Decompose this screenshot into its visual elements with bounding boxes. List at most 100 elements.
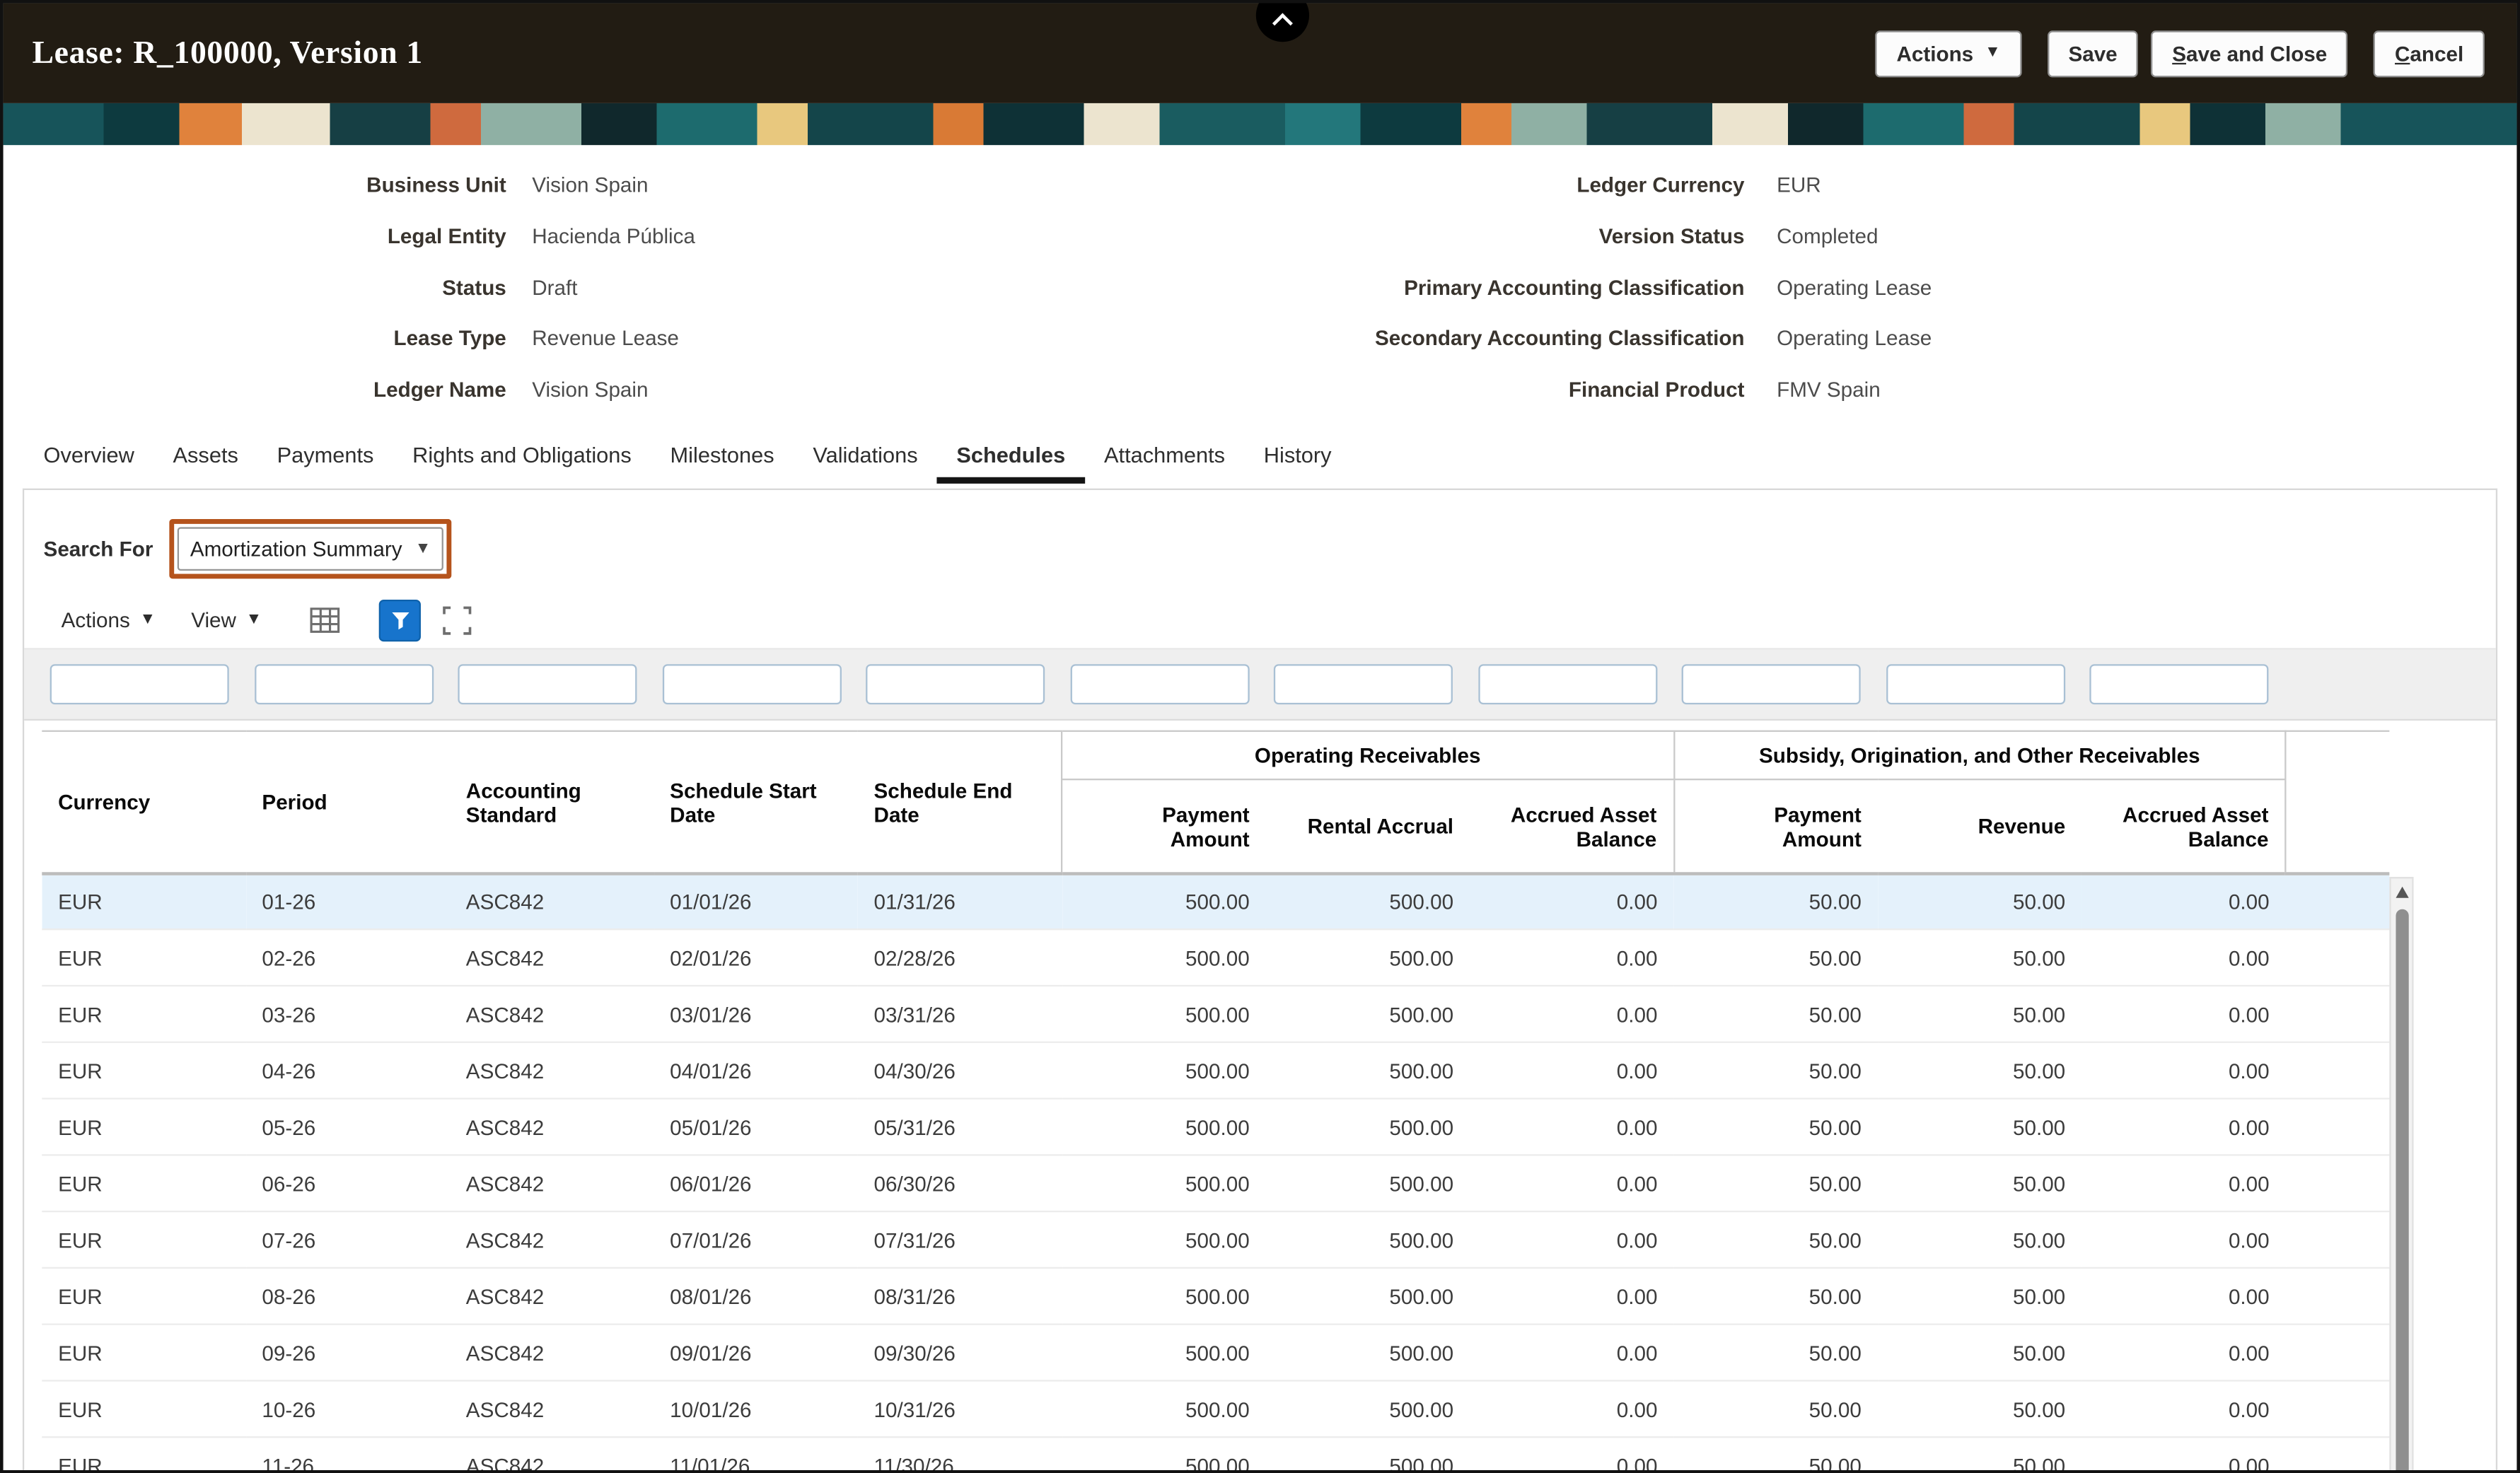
table-row[interactable]: EUR05-26ASC84205/01/2605/31/26500.00500.… [42,1100,2389,1156]
filter-input-col-5[interactable] [866,665,1045,705]
table-view-menu[interactable]: View ▼ [191,608,262,632]
table-actions-label: Actions [62,608,130,632]
save-and-close-button-label: Save and Close [2172,41,2327,65]
table-cell: 0.00 [2081,873,2285,930]
table-cell: 08/01/26 [654,1269,857,1325]
table-cell: 500.00 [1265,1269,1469,1325]
column-header-accrued-asset-balance-subsidy[interactable]: Accrued Asset Balance [2081,780,2285,873]
tab-validations[interactable]: Validations [794,429,937,484]
filter-input-col-11[interactable] [2089,665,2268,705]
collapse-header-control[interactable] [1256,0,1309,42]
column-header-period[interactable]: Period [246,732,450,874]
query-by-example-filter-icon[interactable] [380,600,422,641]
tab-history[interactable]: History [1244,429,1350,484]
table-cell: 09/30/26 [858,1325,1062,1382]
table-cell: 0.00 [1470,1325,1673,1382]
table-cell: EUR [42,1381,245,1438]
table-cell: 0.00 [2081,1155,2285,1212]
column-header-accrued-asset-balance-operating[interactable]: Accrued Asset Balance [1470,780,1673,873]
search-for-selected-value: Amortization Summary [190,537,402,561]
tab-assets[interactable]: Assets [153,429,257,484]
summary-label-ledger-currency: Ledger Currency [1115,173,1744,197]
table-cell: 500.00 [1265,1438,1469,1473]
table-actions-menu[interactable]: Actions ▼ [62,608,156,632]
table-cell: ASC842 [450,1438,654,1473]
table-cell: ASC842 [450,1100,654,1156]
filter-input-col-2[interactable] [254,665,433,705]
save-and-close-button[interactable]: Save and Close [2152,30,2348,76]
export-grid-icon[interactable] [310,605,341,636]
tab-rights-and-obligations[interactable]: Rights and Obligations [393,429,651,484]
detach-icon[interactable] [441,605,475,637]
table-cell: 50.00 [1878,1043,2081,1100]
column-header-schedule-end-date[interactable]: Schedule End Date [858,732,1062,874]
filter-input-col-1[interactable] [50,665,229,705]
table-cell: 10/31/26 [858,1381,1062,1438]
actions-button[interactable]: Actions ▼ [1876,30,2021,76]
filter-input-col-3[interactable] [458,665,637,705]
filter-input-col-9[interactable] [1682,665,1861,705]
table-row[interactable]: EUR09-26ASC84209/01/2609/30/26500.00500.… [42,1325,2389,1382]
chevron-down-icon: ▼ [140,612,156,629]
tab-payments[interactable]: Payments [257,429,393,484]
table-row[interactable]: EUR02-26ASC84202/01/2602/28/26500.00500.… [42,930,2389,986]
table-cell: 500.00 [1062,986,1265,1043]
table-cell: 500.00 [1265,1100,1469,1156]
filter-input-col-8[interactable] [1477,665,1656,705]
table-cell-filler [2285,873,2389,930]
table-cell: 02/28/26 [858,930,1062,986]
filter-input-col-10[interactable] [1886,665,2065,705]
summary-label-legal-entity: Legal Entity [4,224,506,248]
search-for-select[interactable]: Amortization Summary ▼ [178,528,444,571]
column-header-payment-amount-operating[interactable]: Payment Amount [1062,780,1265,873]
table-cell: 0.00 [1470,1381,1673,1438]
vertical-scrollbar[interactable] [2389,878,2413,1473]
column-header-currency[interactable]: Currency [42,732,245,874]
table-cell: 50.00 [1878,1100,2081,1156]
cancel-button[interactable]: Cancel [2374,30,2484,76]
column-header-schedule-start-date[interactable]: Schedule Start Date [654,732,857,874]
tab-overview[interactable]: Overview [24,429,153,484]
page-header: Lease: R_100000, Version 1 Actions ▼ Sav… [4,4,2517,103]
tab-schedules[interactable]: Schedules [937,429,1085,484]
table-cell: 08/31/26 [858,1269,1062,1325]
table-cell: 500.00 [1062,1100,1265,1156]
table-row[interactable]: EUR08-26ASC84208/01/2608/31/26500.00500.… [42,1269,2389,1325]
table-cell: 05-26 [246,1100,450,1156]
table-cell: 05/01/26 [654,1100,857,1156]
table-cell: EUR [42,986,245,1043]
table-row[interactable]: EUR10-26ASC84210/01/2610/31/26500.00500.… [42,1381,2389,1438]
table-cell: 0.00 [1470,1438,1673,1473]
filter-input-col-6[interactable] [1070,665,1249,705]
save-button[interactable]: Save [2048,30,2139,76]
tab-attachments[interactable]: Attachments [1085,429,1245,484]
table-cell: EUR [42,1212,245,1269]
table-cell: 06/30/26 [858,1155,1062,1212]
tab-milestones[interactable]: Milestones [651,429,794,484]
table-cell: EUR [42,1100,245,1156]
table-cell: 50.00 [1673,873,1877,930]
filter-input-col-4[interactable] [662,665,841,705]
table-row[interactable]: EUR11-26ASC84211/01/2611/30/26500.00500.… [42,1438,2389,1473]
column-header-revenue[interactable]: Revenue [1878,780,2081,873]
scrollbar-thumb[interactable] [2395,910,2408,1473]
table-row[interactable]: EUR07-26ASC84207/01/2607/31/26500.00500.… [42,1212,2389,1269]
table-row[interactable]: EUR01-26ASC84201/01/2601/31/26500.00500.… [42,873,2389,930]
table-cell: 0.00 [1470,986,1673,1043]
column-header-rental-accrual[interactable]: Rental Accrual [1265,780,1469,873]
table-row[interactable]: EUR06-26ASC84206/01/2606/30/26500.00500.… [42,1155,2389,1212]
table-row[interactable]: EUR04-26ASC84204/01/2604/30/26500.00500.… [42,1043,2389,1100]
summary-value-lease-type: Revenue Lease [506,326,1116,350]
table-row[interactable]: EUR03-26ASC84203/01/2603/31/26500.00500.… [42,986,2389,1043]
scrollbar-up-arrow-icon[interactable] [2391,879,2412,904]
table-cell-filler [2285,1212,2389,1269]
table-cell: 09-26 [246,1325,450,1382]
table-cell: ASC842 [450,1381,654,1438]
column-header-accounting-standard[interactable]: Accounting Standard [450,732,654,874]
search-for-row: Search For Amortization Summary ▼ [24,491,2496,593]
table-body: EUR01-26ASC84201/01/2601/31/26500.00500.… [42,873,2389,1473]
chevron-down-icon: ▼ [246,612,262,629]
filter-input-col-7[interactable] [1274,665,1453,705]
table-cell: 50.00 [1878,1438,2081,1473]
column-header-payment-amount-subsidy[interactable]: Payment Amount [1673,780,1877,873]
